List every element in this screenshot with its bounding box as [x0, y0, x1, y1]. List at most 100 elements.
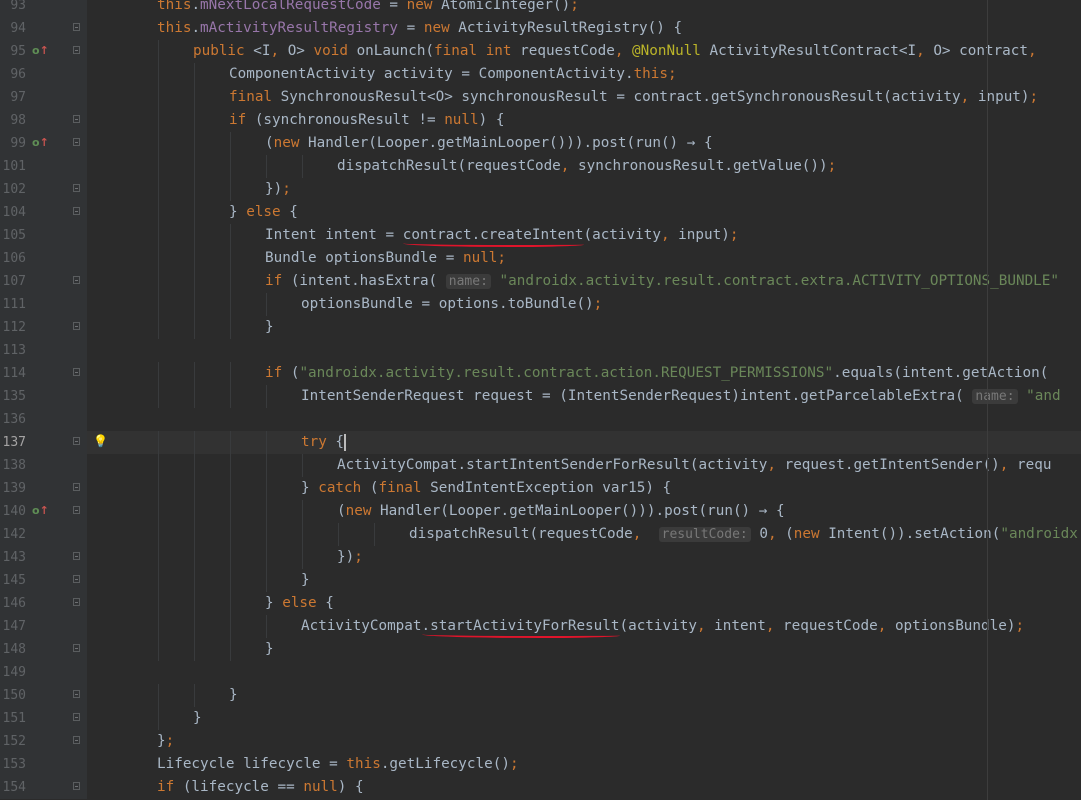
line-gutter[interactable]: 145 [0, 569, 87, 592]
line-gutter[interactable]: 102 [0, 178, 87, 201]
code-line[interactable]: 150} [0, 684, 1081, 707]
code-text[interactable]: public <I, O> void onLaunch(final int re… [193, 40, 1037, 63]
line-gutter[interactable]: 101 [0, 155, 87, 178]
lightbulb-icon[interactable]: 💡 [93, 434, 108, 449]
line-gutter[interactable]: 140 o↑ [0, 500, 87, 523]
line-gutter[interactable]: 139 [0, 477, 87, 500]
code-text[interactable]: } [193, 707, 202, 730]
code-line[interactable]: 145} [0, 569, 1081, 592]
line-gutter[interactable]: 135 [0, 385, 87, 408]
code-line[interactable]: 107 if (intent.hasExtra( name: "androidx.… [0, 270, 1081, 293]
code-text[interactable]: ActivityCompat.startIntentSenderForResul… [337, 454, 1051, 477]
code-line[interactable]: 102}); [0, 178, 1081, 201]
code-line[interactable]: 101 dispatchResult(requestCode, synchrono… [0, 155, 1081, 178]
line-gutter[interactable]: 95 o↑ [0, 40, 87, 63]
line-gutter[interactable]: 98 [0, 109, 87, 132]
fold-open-icon[interactable] [73, 483, 80, 491]
code-text[interactable]: if (intent.hasExtra( name: "androidx.act… [265, 270, 1059, 293]
code-line[interactable]: 106 Bundle optionsBundle = null; [0, 247, 1081, 270]
fold-close-icon[interactable] [73, 644, 80, 652]
fold-open-icon[interactable] [73, 437, 80, 445]
code-text[interactable]: final SynchronousResult<O> synchronousRe… [229, 86, 1038, 109]
fold-open-icon[interactable] [73, 368, 80, 376]
code-text[interactable]: } [301, 569, 310, 592]
code-line[interactable]: 137 💡 try { [0, 431, 1081, 454]
code-line[interactable]: 139} catch (final SendIntentException va… [0, 477, 1081, 500]
code-line[interactable]: 142 dispatchResult(requestCode, resultCod… [0, 523, 1081, 546]
line-gutter[interactable]: 113 [0, 339, 87, 362]
fold-close-icon[interactable] [73, 713, 80, 721]
code-text[interactable]: this.mNextLocalRequestCode = new AtomicI… [157, 0, 579, 17]
override-icon[interactable]: o↑ [32, 44, 49, 58]
line-gutter[interactable]: 152 [0, 730, 87, 753]
line-gutter[interactable]: 97 [0, 86, 87, 109]
code-line[interactable]: 94 this.mActivityResultRegistry = new Act… [0, 17, 1081, 40]
code-text[interactable]: }); [265, 178, 291, 201]
line-gutter[interactable]: 112 [0, 316, 87, 339]
fold-close-icon[interactable] [73, 552, 80, 560]
override-icon[interactable]: o↑ [32, 136, 49, 150]
line-gutter[interactable]: 142 [0, 523, 87, 546]
code-line[interactable]: 149 [0, 661, 1081, 684]
code-line[interactable]: 104} else { [0, 201, 1081, 224]
fold-close-icon[interactable] [73, 736, 80, 744]
code-text[interactable]: } [265, 638, 274, 661]
code-line[interactable]: 140 o↑ (new Handler(Looper.getMainLooper()… [0, 500, 1081, 523]
code-line[interactable]: 97 final SynchronousResult<O> synchronous… [0, 86, 1081, 109]
line-gutter[interactable]: 150 [0, 684, 87, 707]
code-line[interactable]: 136 [0, 408, 1081, 431]
code-text[interactable]: Lifecycle lifecycle = this.getLifecycle(… [157, 753, 519, 776]
code-line[interactable]: 105 Intent intent = contract.createIntent… [0, 224, 1081, 247]
code-line[interactable]: 93 this.mNextLocalRequestCode = new Atomi… [0, 0, 1081, 17]
code-text[interactable]: (new Handler(Looper.getMainLooper())).po… [337, 500, 785, 523]
code-line[interactable]: 95 o↑ public <I, O> void onLaunch(final in… [0, 40, 1081, 63]
fold-open-icon[interactable] [73, 138, 80, 146]
code-text[interactable]: } else { [265, 592, 334, 615]
fold-close-icon[interactable] [73, 184, 80, 192]
code-line[interactable]: 153 Lifecycle lifecycle = this.getLifecyc… [0, 753, 1081, 776]
code-editor[interactable]: 93 this.mNextLocalRequestCode = new Atomi… [0, 0, 1081, 799]
line-gutter[interactable]: 138 [0, 454, 87, 477]
line-gutter[interactable]: 154 [0, 776, 87, 799]
fold-open-icon[interactable] [73, 782, 80, 790]
line-gutter[interactable]: 99 o↑ [0, 132, 87, 155]
line-gutter[interactable]: 153 [0, 753, 87, 776]
code-text[interactable]: ActivityCompat.startActivityForResult(ac… [301, 615, 1024, 638]
line-gutter[interactable]: 94 [0, 17, 87, 40]
fold-open-icon[interactable] [73, 23, 80, 31]
code-line[interactable]: 138 ActivityCompat.startIntentSenderForRe… [0, 454, 1081, 477]
code-text[interactable]: if (lifecycle == null) { [157, 776, 364, 799]
code-line[interactable]: 99 o↑ (new Handler(Looper.getMainLooper())… [0, 132, 1081, 155]
line-gutter[interactable]: 149 [0, 661, 87, 684]
code-text[interactable]: if (synchronousResult != null) { [229, 109, 504, 132]
code-text[interactable]: if ("androidx.activity.result.contract.a… [265, 362, 1048, 385]
code-line[interactable]: 154 if (lifecycle == null) { [0, 776, 1081, 799]
line-gutter[interactable]: 151 [0, 707, 87, 730]
line-gutter[interactable]: 143 [0, 546, 87, 569]
code-text[interactable]: } else { [229, 201, 298, 224]
code-text[interactable]: }); [337, 546, 363, 569]
code-text[interactable]: dispatchResult(requestCode, synchronousR… [337, 155, 836, 178]
fold-close-icon[interactable] [73, 575, 80, 583]
code-text[interactable]: IntentSenderRequest request = (IntentSen… [301, 385, 1061, 408]
fold-close-icon[interactable] [73, 322, 80, 330]
fold-open-icon[interactable] [73, 276, 80, 284]
line-gutter[interactable]: 148 [0, 638, 87, 661]
override-icon[interactable]: o↑ [32, 504, 49, 518]
code-line[interactable]: 96 ComponentActivity activity = Component… [0, 63, 1081, 86]
fold-open-icon[interactable] [73, 598, 80, 606]
line-gutter[interactable]: 147 [0, 615, 87, 638]
code-line[interactable]: 113 [0, 339, 1081, 362]
line-gutter[interactable]: 114 [0, 362, 87, 385]
fold-open-icon[interactable] [73, 506, 80, 514]
code-line[interactable]: 135 IntentSenderRequest request = (Intent… [0, 385, 1081, 408]
line-gutter[interactable]: 136 [0, 408, 87, 431]
fold-close-icon[interactable] [73, 690, 80, 698]
code-text[interactable]: ComponentActivity activity = ComponentAc… [229, 63, 677, 86]
code-text[interactable]: } [265, 316, 274, 339]
code-text[interactable]: optionsBundle = options.toBundle(); [301, 293, 602, 316]
code-text[interactable]: this.mActivityResultRegistry = new Activ… [157, 17, 682, 40]
code-text[interactable]: dispatchResult(requestCode, resultCode: … [409, 523, 1078, 546]
line-gutter[interactable]: 105 [0, 224, 87, 247]
code-line[interactable]: 112} [0, 316, 1081, 339]
